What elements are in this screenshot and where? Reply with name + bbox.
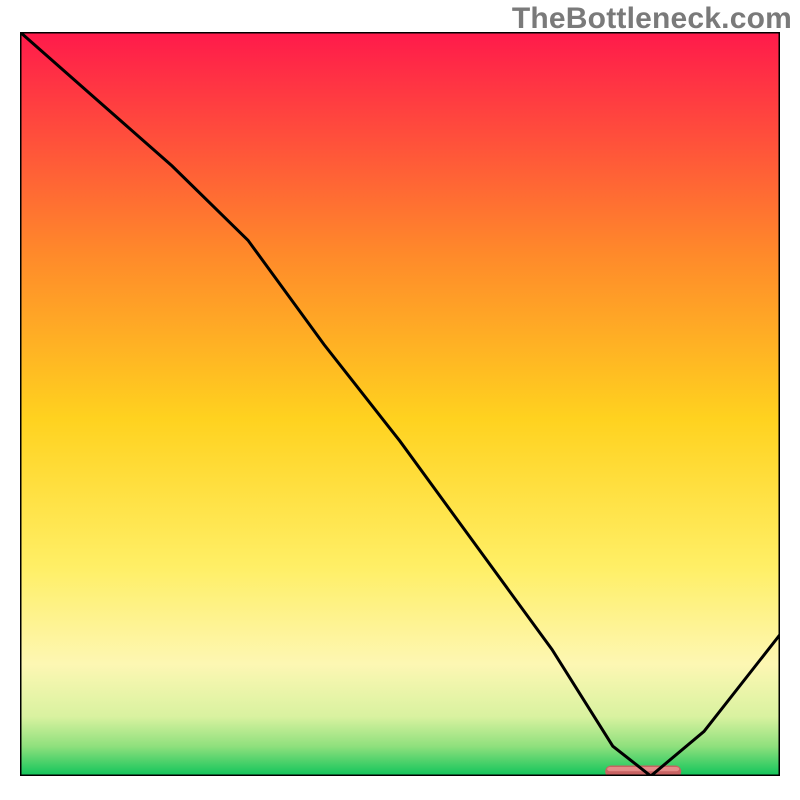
chart-svg [20, 32, 780, 776]
chart-stage: TheBottleneck.com [0, 0, 800, 800]
watermark-text: TheBottleneck.com [512, 2, 792, 36]
gradient-background [20, 32, 780, 776]
chart-plot-area [20, 32, 780, 776]
